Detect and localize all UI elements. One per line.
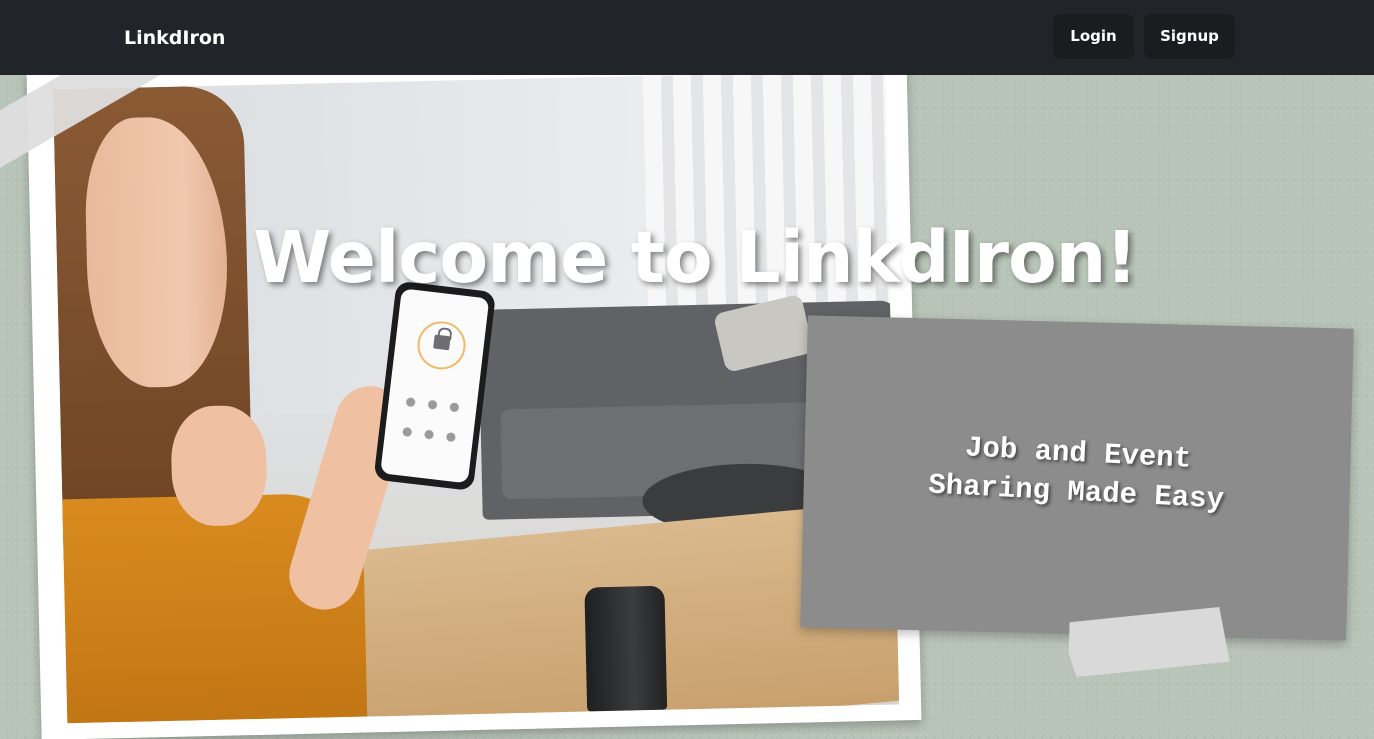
tagline-card: Job and Event Sharing Made Easy xyxy=(800,315,1354,641)
tagline-text: Job and Event Sharing Made Easy xyxy=(802,420,1351,526)
lock-ring xyxy=(414,318,469,373)
tagline-line-1: Job and Event xyxy=(964,431,1192,476)
hero-photo xyxy=(52,70,900,724)
phone-app-grid xyxy=(393,388,468,457)
signup-button[interactable]: Signup xyxy=(1144,14,1235,59)
photo-speaker xyxy=(584,585,668,712)
login-button[interactable]: Login xyxy=(1053,14,1134,59)
tagline-line-2: Sharing Made Easy xyxy=(927,468,1225,517)
lock-icon xyxy=(433,334,451,351)
hero-photo-frame xyxy=(26,52,922,739)
navbar: LinkdIron Login Signup xyxy=(0,0,1374,75)
phone-screen xyxy=(380,288,490,484)
photo-person-hand xyxy=(170,404,268,527)
hero-headline: Welcome to LinkdIron! xyxy=(253,216,1138,299)
brand-logo-link[interactable]: LinkdIron xyxy=(124,26,225,50)
